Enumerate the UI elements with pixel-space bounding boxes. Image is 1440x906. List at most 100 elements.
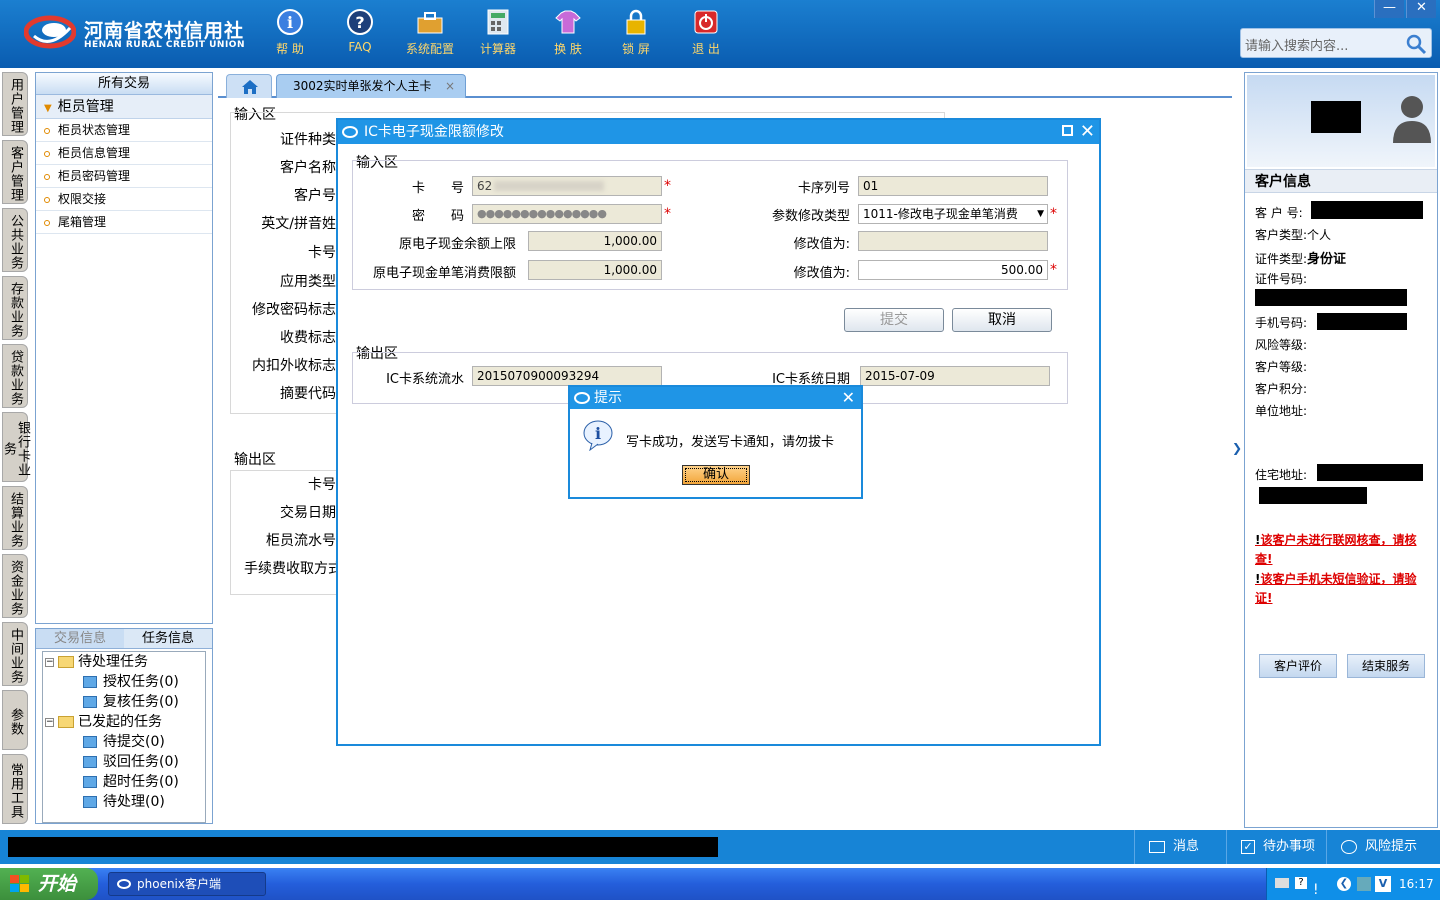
tree-node-timeout[interactable]: 超时任务(0) [83, 772, 179, 792]
menu-header[interactable]: 所有交易 [36, 73, 212, 95]
dialog-title: IC卡电子现金限额修改 [364, 124, 504, 140]
lock-screen-button[interactable]: 锁 屏 [604, 8, 668, 57]
submit-button[interactable]: 提交 [844, 308, 944, 332]
logo-text-cn: 河南省农村信用社 [84, 20, 245, 42]
panel-collapse-icon[interactable]: ❯ [1232, 428, 1242, 468]
bg-label-cust-no: 客户号 [294, 188, 336, 204]
skin-button[interactable]: 换 肤 [536, 8, 600, 57]
tree-node-review[interactable]: 复核任务(0) [83, 692, 179, 712]
alert-close-icon[interactable]: ✕ [842, 387, 855, 409]
cust-type-label: 客户类型: [1255, 228, 1308, 242]
nav-tab-intermediate[interactable]: 中间业务 [2, 622, 28, 686]
customer-evaluation-button[interactable]: 客户评价 [1259, 654, 1337, 678]
tree-node-rejected[interactable]: 驳回任务(0) [83, 752, 179, 772]
collapse-icon[interactable]: − [45, 657, 54, 667]
menu-group-teller[interactable]: ▼ 柜员管理 [36, 95, 212, 119]
nav-tab-card[interactable]: 银行卡业务 [1, 412, 30, 482]
ok-button[interactable]: 确认 [682, 465, 750, 485]
nav-tab-settlement[interactable]: 结算业务 [2, 486, 28, 550]
bullet-icon [44, 173, 50, 180]
document-icon [83, 756, 97, 768]
menu-item-teller-info[interactable]: 柜员信息管理 [36, 142, 212, 165]
messages-button[interactable]: 消息 [1134, 830, 1226, 864]
menu-item-cashbox[interactable]: 尾箱管理 [36, 211, 212, 234]
app-logo-icon [342, 126, 358, 138]
calculator-button[interactable]: 计算器 [466, 8, 530, 57]
faq-button[interactable]: ? FAQ [328, 8, 392, 54]
svg-text:?: ? [355, 13, 364, 32]
maximize-icon[interactable] [1062, 125, 1073, 136]
toolbox-icon [415, 8, 445, 36]
tree-node-initiated[interactable]: − 已发起的任务 [45, 712, 162, 732]
tree-label: 待处理(0) [103, 794, 165, 810]
menu-item-teller-password[interactable]: 柜员密码管理 [36, 165, 212, 188]
search-icon[interactable] [1405, 33, 1427, 55]
bg-label-pwd-flag: 修改密码标志 [252, 302, 336, 318]
redacted-name [1311, 101, 1361, 133]
window-close-button[interactable]: ✕ [1406, 0, 1436, 18]
id-type-row: 证件类型:身份证 [1255, 248, 1346, 267]
taskbar-app-button[interactable]: phoenix客户端 [108, 872, 266, 896]
risk-alert-button[interactable]: 风险提示 [1326, 830, 1440, 864]
end-service-button[interactable]: 结束服务 [1347, 654, 1425, 678]
serial-label: IC卡系统流水 [386, 372, 464, 387]
start-label: 开始 [38, 873, 77, 895]
alert-dialog: 提示 ✕ i 写卡成功，发送写卡通知，请勿拔卡 确认 [568, 385, 863, 499]
nav-tab-tools[interactable]: 常用工具 [2, 754, 28, 824]
keyboard-icon[interactable] [1275, 878, 1289, 888]
warning-verify-link[interactable]: !该客户未进行联网核查，请核查! [1255, 531, 1433, 569]
tab-transaction-info[interactable]: 交易信息 [36, 629, 124, 648]
network-icon[interactable] [1357, 877, 1371, 891]
system-tray: ? ! ❮ V 16:17 [1266, 868, 1440, 900]
password-field[interactable]: ●●●●●●●●●●●●●●● [472, 204, 662, 224]
tree-node-to-process[interactable]: 待处理(0) [83, 792, 165, 812]
ime-icon[interactable]: V [1375, 876, 1391, 892]
top-header: 河南省农村信用社 HENAN RURAL CREDIT UNION i 帮 助 … [0, 0, 1440, 68]
tab-task-info[interactable]: 任务信息 [124, 629, 212, 648]
nav-tab-fund[interactable]: 资金业务 [2, 554, 28, 618]
collapse-icon[interactable]: − [45, 717, 54, 727]
tree-node-pending[interactable]: − 待处理任务 [45, 652, 148, 672]
dropdown-arrow-icon[interactable]: ▼ [1037, 205, 1044, 223]
todo-button[interactable]: ✓ 待办事项 [1226, 830, 1326, 864]
exit-button[interactable]: 退 出 [674, 8, 738, 57]
card-seq-field: 01 [858, 176, 1048, 196]
cancel-button[interactable]: 取消 [952, 308, 1052, 332]
minimize-button[interactable]: — [1374, 0, 1404, 18]
nav-tab-params[interactable]: 参数 [2, 690, 28, 750]
menu-item-teller-status[interactable]: 柜员状态管理 [36, 119, 212, 142]
start-button[interactable]: 开始 [0, 868, 98, 900]
phone-label: 手机号码: [1255, 316, 1308, 330]
nav-tab-loan[interactable]: 贷款业务 [2, 344, 28, 408]
settings-button[interactable]: 系统配置 [398, 8, 462, 57]
nav-tab-customer[interactable]: 客户管理 [2, 140, 28, 204]
bg-output-section-label: 输出区 [234, 452, 276, 468]
id-no-label: 证件号码: [1255, 272, 1308, 286]
help-button[interactable]: i 帮 助 [258, 8, 322, 57]
alert-title: 提示 [594, 390, 622, 406]
exclamation-icon[interactable]: ! [1313, 874, 1319, 906]
help-tray-icon[interactable]: ? [1295, 877, 1307, 889]
param-type-select[interactable]: 1011-修改电子现金单笔消费 ▼ [858, 204, 1048, 224]
tree-node-to-submit[interactable]: 待提交(0) [83, 732, 165, 752]
nav-tab-deposit[interactable]: 存款业务 [2, 276, 28, 340]
tree-label: 驳回任务(0) [103, 754, 179, 770]
menu-item-permission[interactable]: 权限交接 [36, 188, 212, 211]
bg-label-app-type: 应用类型 [280, 274, 336, 290]
modify-value-2-field[interactable]: 500.00 [858, 260, 1048, 280]
nav-tab-user[interactable]: 用户管理 [2, 72, 28, 136]
tree-node-auth[interactable]: 授权任务(0) [83, 672, 179, 692]
menu-item-label: 柜员密码管理 [58, 169, 131, 183]
warning-text-1: 该客户未进行联网核查，请核查! [1255, 533, 1417, 566]
back-arrow-icon[interactable]: ❮ [1337, 877, 1351, 891]
tab-close-icon[interactable]: × [445, 75, 455, 97]
dialog-close-icon[interactable]: ✕ [1080, 120, 1095, 144]
cust-type-row: 客户类型:个人 [1255, 226, 1331, 243]
calculator-icon [483, 8, 513, 36]
search-input[interactable]: 请输入搜索内容... [1240, 28, 1432, 58]
nav-tab-public[interactable]: 公共业务 [2, 208, 28, 272]
warning-sms-link[interactable]: !该客户手机未短信验证，请验证! [1255, 570, 1433, 608]
balance-limit-label: 原电子现金余额上限 [398, 237, 516, 252]
tab-home[interactable] [226, 74, 272, 98]
tab-card-issue[interactable]: 3002实时单张发个人主卡 × [276, 74, 466, 98]
